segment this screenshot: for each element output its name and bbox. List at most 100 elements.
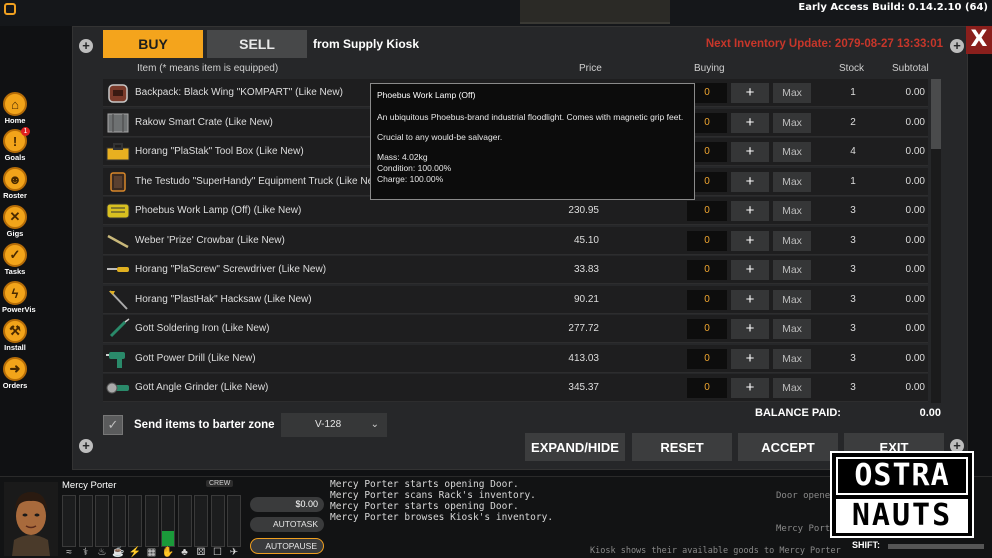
max-button[interactable]: Max: [773, 230, 811, 251]
increment-button[interactable]: +: [731, 171, 769, 192]
nav-orders[interactable]: ➜ Orders: [2, 357, 28, 390]
tab-sell[interactable]: SELL: [207, 30, 307, 58]
crew-money: $0.00: [250, 497, 324, 512]
max-button[interactable]: Max: [773, 378, 811, 398]
autopause-button[interactable]: AUTOPAUSE: [250, 538, 324, 554]
max-button[interactable]: Max: [773, 83, 811, 103]
need-fill: [211, 498, 224, 546]
buying-quantity[interactable]: 0: [687, 230, 727, 251]
shift-slider[interactable]: [888, 544, 984, 549]
increment-button[interactable]: +: [731, 289, 769, 310]
need-fill: [96, 498, 108, 546]
panel-expand-icon-bottom[interactable]: +: [79, 439, 93, 453]
menu-icon[interactable]: [4, 3, 16, 15]
need-meter: [177, 495, 192, 547]
reset-button[interactable]: RESET: [632, 433, 732, 461]
item-subtotal: 0.00: [905, 352, 925, 364]
buying-quantity[interactable]: 0: [687, 319, 727, 339]
expand-hide-button[interactable]: EXPAND/HIDE: [525, 433, 625, 461]
need-fill: [228, 498, 240, 546]
need-meter: [95, 495, 109, 547]
buying-quantity[interactable]: 0: [687, 260, 727, 280]
close-button[interactable]: X: [966, 26, 992, 54]
tab-buy[interactable]: BUY: [103, 30, 203, 58]
need-icon: ⚕: [82, 547, 89, 558]
tooltip-charge: Charge: 100.00%: [377, 174, 444, 184]
max-button[interactable]: Max: [773, 260, 811, 280]
max-button[interactable]: Max: [773, 142, 811, 162]
barter-checkbox[interactable]: ✓: [103, 415, 123, 435]
scrollbar-thumb[interactable]: [931, 79, 941, 149]
item-stock: 1: [850, 87, 856, 98]
tooltip-description: An ubiquitous Phoebus-brand industrial f…: [377, 112, 684, 122]
max-button[interactable]: Max: [773, 112, 811, 133]
need-fill: [145, 498, 158, 546]
trade-source: from Supply Kiosk: [313, 37, 420, 51]
tooltip-title: Phoebus Work Lamp (Off): [377, 90, 476, 100]
table-row[interactable]: Horang "PlastHak" Hacksaw (Like New) 90.2…: [103, 285, 928, 314]
panel-expand-icon[interactable]: +: [79, 39, 93, 53]
nav-gigs[interactable]: ✕ Gigs: [2, 205, 28, 238]
nav-label: Home: [4, 116, 26, 125]
nav-roster[interactable]: ☻ Roster: [2, 167, 28, 200]
column-header-item: Item (* means item is equipped): [137, 63, 279, 74]
increment-button[interactable]: +: [731, 142, 769, 162]
max-button[interactable]: Max: [773, 289, 811, 310]
item-stock: 3: [850, 382, 856, 393]
autotask-button[interactable]: AUTOTASK: [250, 517, 324, 532]
increment-button[interactable]: +: [731, 348, 769, 369]
install-icon: ⚒: [3, 319, 27, 343]
logo-line-2: NAUTS: [836, 499, 968, 533]
nav-goals[interactable]: ! 1 Goals: [2, 127, 30, 162]
nav-install[interactable]: ⚒ Install: [2, 319, 28, 352]
need-meter: [161, 495, 175, 547]
nav-label: PowerVis: [2, 305, 36, 314]
screwdriver-icon: [105, 259, 131, 281]
increment-button[interactable]: +: [731, 230, 769, 251]
item-price: 45.10: [573, 234, 599, 246]
max-button[interactable]: Max: [773, 348, 811, 369]
max-button[interactable]: Max: [773, 319, 811, 339]
item-subtotal: 0.00: [905, 146, 925, 157]
max-button[interactable]: Max: [773, 171, 811, 192]
truck-icon: [105, 171, 131, 193]
table-row[interactable]: Gott Power Drill (Like New) 413.03 0 + Max 3 0…: [103, 344, 928, 373]
accept-button[interactable]: ACCEPT: [738, 433, 838, 461]
table-row[interactable]: Gott Soldering Iron (Like New) 277.72 0 + Ma…: [103, 315, 928, 343]
log-line: Mercy Porter starts opening Door.: [330, 501, 519, 512]
item-stock: 2: [850, 116, 856, 128]
need-fill: [112, 498, 125, 546]
nav-home[interactable]: ⌂ Home: [2, 92, 28, 125]
nav-label: Tasks: [4, 267, 26, 276]
tooltip-mass: Mass: 4.02kg: [377, 152, 428, 162]
buying-quantity[interactable]: 0: [687, 348, 727, 369]
crew-tag: CREW: [206, 480, 234, 487]
table-row[interactable]: Phoebus Work Lamp (Off) (Like New) 230.95…: [103, 197, 928, 225]
item-name: Gott Soldering Iron (Like New): [135, 323, 270, 334]
panel-expand-icon-right[interactable]: +: [950, 39, 964, 53]
increment-button[interactable]: +: [731, 319, 769, 339]
notification-badge: 1: [21, 127, 30, 136]
balance-value: 0.00: [919, 407, 941, 419]
increment-button[interactable]: +: [731, 83, 769, 103]
buying-quantity[interactable]: 0: [687, 289, 727, 310]
increment-button[interactable]: +: [731, 378, 769, 398]
increment-button[interactable]: +: [731, 201, 769, 221]
scrollbar[interactable]: [931, 79, 941, 403]
item-stock: 3: [850, 352, 856, 364]
crowbar-icon: [105, 230, 131, 252]
increment-button[interactable]: +: [731, 112, 769, 133]
table-row[interactable]: Gott Angle Grinder (Like New) 345.37 0 + Max…: [103, 374, 928, 402]
nav-powervis[interactable]: ϟ PowerVis: [2, 281, 36, 314]
nav-tasks[interactable]: ✓ Tasks: [2, 243, 28, 276]
buying-quantity[interactable]: 0: [687, 378, 727, 398]
buying-quantity[interactable]: 0: [687, 201, 727, 221]
max-button[interactable]: Max: [773, 201, 811, 221]
table-row[interactable]: Weber 'Prize' Crowbar (Like New) 45.10 0 + M…: [103, 226, 928, 255]
increment-button[interactable]: +: [731, 260, 769, 280]
need-fill: [129, 498, 141, 546]
table-row[interactable]: Horang "PlaScrew" Screwdriver (Like New)…: [103, 256, 928, 284]
crew-portrait[interactable]: [4, 482, 58, 556]
zone-select[interactable]: V-128 ⌄: [281, 413, 387, 437]
column-header-stock: Stock: [839, 63, 865, 74]
